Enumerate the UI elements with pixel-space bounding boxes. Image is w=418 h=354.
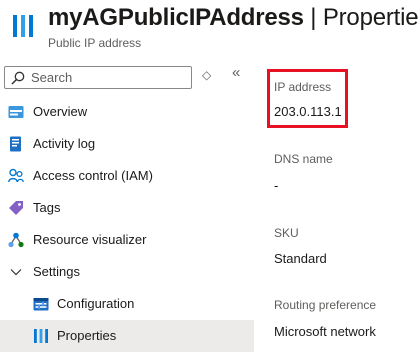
sidebar-item-activity-log[interactable]: Activity log <box>0 128 254 160</box>
sidebar-item-label: Tags <box>33 200 61 215</box>
sidebar-item-label: Resource visualizer <box>33 232 147 247</box>
sidebar-item-label: Properties <box>57 328 117 343</box>
ip-address-highlight-box <box>267 69 348 128</box>
dns-name-value: - <box>274 178 279 193</box>
sku-label: SKU <box>274 226 299 240</box>
configuration-icon <box>33 298 49 311</box>
chevron-down-icon <box>10 269 22 276</box>
resource-name: myAGPublicIPAddress <box>48 4 304 31</box>
title-separator: | <box>303 4 323 31</box>
sidebar-item-label: Overview <box>33 104 88 119</box>
resource-visualizer-icon <box>8 232 24 248</box>
sidebar-item-resource-visualizer[interactable]: Resource visualizer <box>0 224 254 256</box>
sidebar-item-tags[interactable]: Tags <box>0 192 254 224</box>
search-placeholder: Search <box>31 70 73 85</box>
sidebar-item-label: Activity log <box>33 136 96 151</box>
collapse-menu-icon[interactable]: « <box>232 64 240 81</box>
sidebar-item-access-control[interactable]: Access control (IAM) <box>0 160 254 192</box>
search-input[interactable]: Search <box>4 66 192 89</box>
tag-icon <box>9 201 23 215</box>
resource-type: Public IP address <box>48 36 142 50</box>
sidebar-menu: Overview Activity log Access control (IA… <box>0 96 254 352</box>
expand-all-icon[interactable]: ◇ <box>202 68 211 82</box>
iam-people-icon <box>8 168 24 183</box>
routing-preference-value: Microsoft network <box>274 324 376 339</box>
routing-preference-label: Routing preference <box>274 298 377 312</box>
overview-icon <box>8 106 24 118</box>
page-header: myAGPublicIPAddress | Properties Public … <box>0 0 418 60</box>
sidebar-group-settings[interactable]: Settings <box>0 256 254 288</box>
search-icon <box>11 71 25 85</box>
sidebar-item-label: Settings <box>33 264 80 279</box>
sidebar-item-overview[interactable]: Overview <box>0 96 254 128</box>
properties-bars-icon <box>34 329 48 343</box>
properties-bars-icon <box>13 15 33 37</box>
sidebar-item-properties[interactable]: Properties <box>0 320 254 352</box>
sidebar-item-label: Configuration <box>57 296 135 311</box>
dns-name-label: DNS name <box>274 152 333 166</box>
activity-log-icon <box>10 136 21 152</box>
sidebar-item-label: Access control (IAM) <box>33 168 153 183</box>
sidebar-item-configuration[interactable]: Configuration <box>0 288 254 320</box>
page-name: Properties <box>322 4 418 31</box>
page-title: myAGPublicIPAddress | Properties <box>48 4 418 32</box>
sku-value: Standard <box>274 251 327 266</box>
